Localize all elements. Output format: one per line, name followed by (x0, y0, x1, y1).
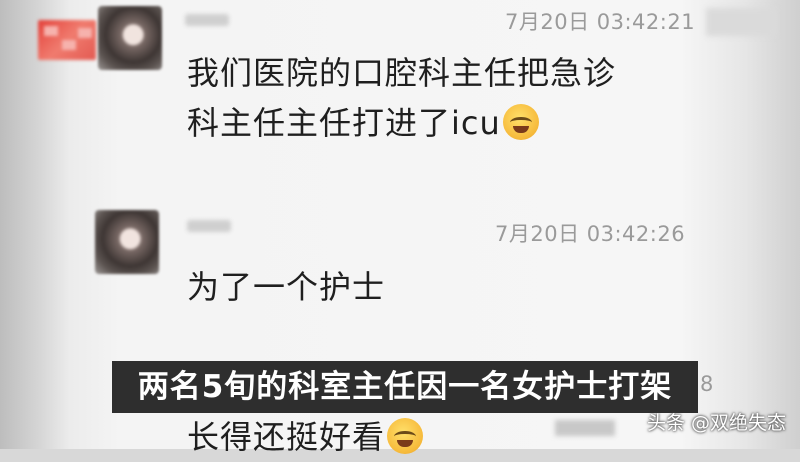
news-subtitle-bar: 两名5旬的科室主任因一名女护士打架 (112, 361, 698, 413)
message-text-span: 科主任主任打进了icu (187, 104, 501, 142)
blurred-top-watermark (706, 8, 776, 36)
logo-tile (78, 28, 92, 38)
blurred-sender-name (187, 220, 231, 232)
logo-tile (44, 26, 58, 36)
message-text-line: 科主任主任打进了icu (187, 98, 539, 148)
source-watermark: 头条 @双绝失态 (646, 412, 786, 434)
message-text-line: 长得还挺好看 (187, 412, 424, 462)
message-text-line: 为了一个护士 (187, 268, 386, 306)
message-text-span: 长得还挺好看 (187, 418, 386, 456)
message-timestamp: 7月20日 03:42:21 (505, 10, 696, 34)
facepalm-emoji-icon (502, 104, 539, 140)
blurred-sender-name (185, 14, 229, 26)
blurred-logo (38, 20, 96, 60)
message-text-line: 我们医院的口腔科主任把急诊 (187, 54, 617, 92)
message-timestamp: 7月20日 03:42:26 (495, 222, 686, 246)
blurred-watermark-patch (555, 420, 615, 436)
avatar[interactable] (98, 6, 162, 70)
logo-tile (62, 40, 76, 50)
message-timestamp: 8 (700, 372, 714, 396)
avatar[interactable] (95, 210, 159, 274)
news-subtitle-text: 两名5旬的科室主任因一名女护士打架 (137, 369, 673, 405)
